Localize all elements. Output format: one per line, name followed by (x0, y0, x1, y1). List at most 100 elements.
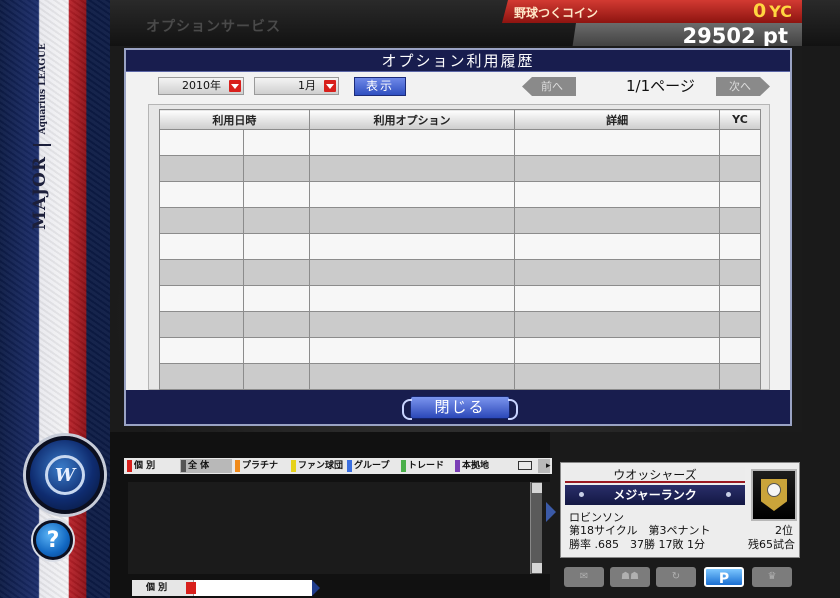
chat-input-row: 個 別 (132, 580, 320, 596)
coin-panel: 野球つくコイン 0 YC (502, 0, 802, 23)
month-value: 1月 (298, 79, 316, 92)
send-arrow-icon[interactable] (312, 580, 320, 596)
column-header-detail: 詳細 (514, 109, 720, 130)
coin-unit: YC (769, 2, 792, 21)
game-logo-icon: W (45, 455, 85, 495)
option-history-dialog: オプション利用履歴 2010年 1月 表示 前へ 1/1ページ 次へ 利用日時 … (124, 48, 792, 426)
chat-tab-all[interactable]: 全 体 (180, 459, 232, 473)
table-row (159, 155, 761, 182)
chat-input[interactable] (200, 581, 310, 595)
chat-tab-label: 本拠地 (462, 461, 490, 471)
window-icon (518, 461, 532, 470)
chat-tab-home[interactable]: 本拠地 (454, 459, 506, 473)
chat-tab-fan-team[interactable]: ファン球団 (290, 459, 344, 473)
p-icon: P (718, 571, 730, 587)
chat-tab-label: プラチナ (242, 461, 279, 471)
top-bar: オプションサービス 野球つくコイン 0 YC 29502 pt (110, 0, 840, 50)
results-button[interactable]: ♛ (752, 567, 792, 587)
chat-tab-individual[interactable]: 個 別 (126, 459, 176, 473)
league-major-label: MAJOR (30, 156, 50, 230)
year-value: 2010年 (182, 79, 221, 92)
p-button[interactable]: P (704, 567, 744, 587)
tab-color-swatch (455, 460, 460, 472)
chevron-down-icon[interactable] (229, 80, 241, 92)
team-emblem[interactable] (751, 469, 797, 521)
dialog-title: オプション利用履歴 (126, 50, 790, 72)
manager-name: ロビンソン (569, 511, 624, 524)
chevron-right-icon: ▸ (546, 461, 551, 471)
year-select[interactable]: 2010年 (158, 77, 244, 95)
game-logo-button[interactable]: W (26, 436, 104, 514)
show-button[interactable]: 表示 (354, 77, 406, 96)
mail-button[interactable]: ✉ (564, 567, 604, 587)
history-table-panel: 利用日時 利用オプション 詳細 YC (148, 104, 770, 390)
people-icon: ☗☗ (621, 571, 639, 582)
page-indicator: 1/1ページ (626, 77, 695, 95)
points-value: 29502 pt (682, 24, 788, 48)
chevron-down-icon[interactable] (324, 80, 336, 92)
column-header-option: 利用オプション (308, 109, 516, 130)
table-row (159, 233, 761, 260)
table-row (159, 363, 761, 390)
team-name: ウオッシャーズ (565, 467, 745, 483)
table-header-row: 利用日時 利用オプション 詳細 YC (159, 109, 761, 130)
chat-channel-select[interactable]: 個 別 (132, 580, 194, 596)
coin-value: 0 YC (753, 0, 792, 22)
table-row (159, 337, 761, 364)
prev-page-button[interactable]: 前へ (522, 77, 576, 96)
rank-bar: メジャーランク (565, 485, 745, 505)
bottom-icon-strip: ✉ ☗☗ ↻ P ♛ (560, 564, 800, 590)
table-row (159, 181, 761, 208)
column-header-datetime: 利用日時 (159, 109, 310, 130)
chat-scrollbar[interactable] (530, 482, 542, 574)
chevron-down-icon[interactable] (186, 582, 196, 594)
chat-area: 個 別 全 体 プラチナ ファン球団 グループ トレード 本拠地 ▸ 個 別 (110, 432, 556, 598)
scroll-up-icon[interactable] (532, 483, 542, 493)
chat-window-toggle[interactable] (510, 459, 534, 473)
chat-tab-scroll-right[interactable]: ▸ (538, 459, 551, 473)
table-row (159, 207, 761, 234)
chat-tab-label: 全 体 (188, 461, 210, 471)
login-members-button[interactable]: ☗☗ (610, 567, 650, 587)
next-page-button[interactable]: 次へ (716, 77, 770, 96)
table-row (159, 285, 761, 312)
page-caption: オプションサービス (146, 19, 281, 35)
chat-tab-platinum[interactable]: プラチナ (234, 459, 288, 473)
league-title: MAJOR Aquarius LEAGUE (30, 43, 51, 230)
tab-color-swatch (401, 460, 406, 472)
chat-tab-group[interactable]: グループ (346, 459, 398, 473)
refresh-button[interactable]: ↻ (656, 567, 696, 587)
chat-expand-arrow[interactable] (546, 502, 556, 522)
rank-dot-icon (726, 492, 731, 497)
league-sub-label: Aquarius LEAGUE (38, 43, 48, 135)
column-header-yc: YC (719, 109, 761, 130)
history-table: 利用日時 利用オプション 詳細 YC (159, 109, 761, 390)
chat-tab-label: 個 別 (134, 461, 156, 471)
dialog-footer: 閉じる (126, 390, 790, 424)
tab-color-swatch (235, 460, 240, 472)
month-select[interactable]: 1月 (254, 77, 339, 95)
league-separator (32, 144, 51, 147)
rank-dot-icon (579, 492, 584, 497)
tab-color-swatch (347, 460, 352, 472)
chat-log (128, 482, 550, 574)
chat-tab-trade[interactable]: トレード (400, 459, 452, 473)
standing-position: 2位 (775, 524, 793, 537)
scroll-down-icon[interactable] (532, 563, 542, 573)
mail-icon: ✉ (579, 571, 589, 582)
coin-amount: 0 (753, 0, 767, 22)
baseball-icon (767, 483, 781, 497)
team-info-panel: ウオッシャーズ メジャーランク ロビンソン 第18サイクル 第3ペナント 2位 … (560, 462, 800, 558)
games-remaining: 残65試合 (748, 538, 795, 551)
chat-tabs: 個 別 全 体 プラチナ ファン球団 グループ トレード 本拠地 ▸ (124, 458, 552, 474)
season-info: 第18サイクル 第3ペナント (569, 524, 711, 537)
close-button[interactable]: 閉じる (402, 396, 518, 420)
refresh-icon: ↻ (671, 571, 681, 582)
help-button[interactable]: ? (33, 520, 73, 560)
coin-label: 野球つくコイン (514, 6, 599, 20)
rank-label: メジャーランク (613, 488, 697, 502)
chat-channel-label: 個 別 (146, 583, 168, 593)
filter-bar: 2010年 1月 表示 前へ 1/1ページ 次へ (126, 72, 790, 102)
question-icon: ? (46, 527, 60, 553)
tab-color-swatch (127, 460, 132, 472)
